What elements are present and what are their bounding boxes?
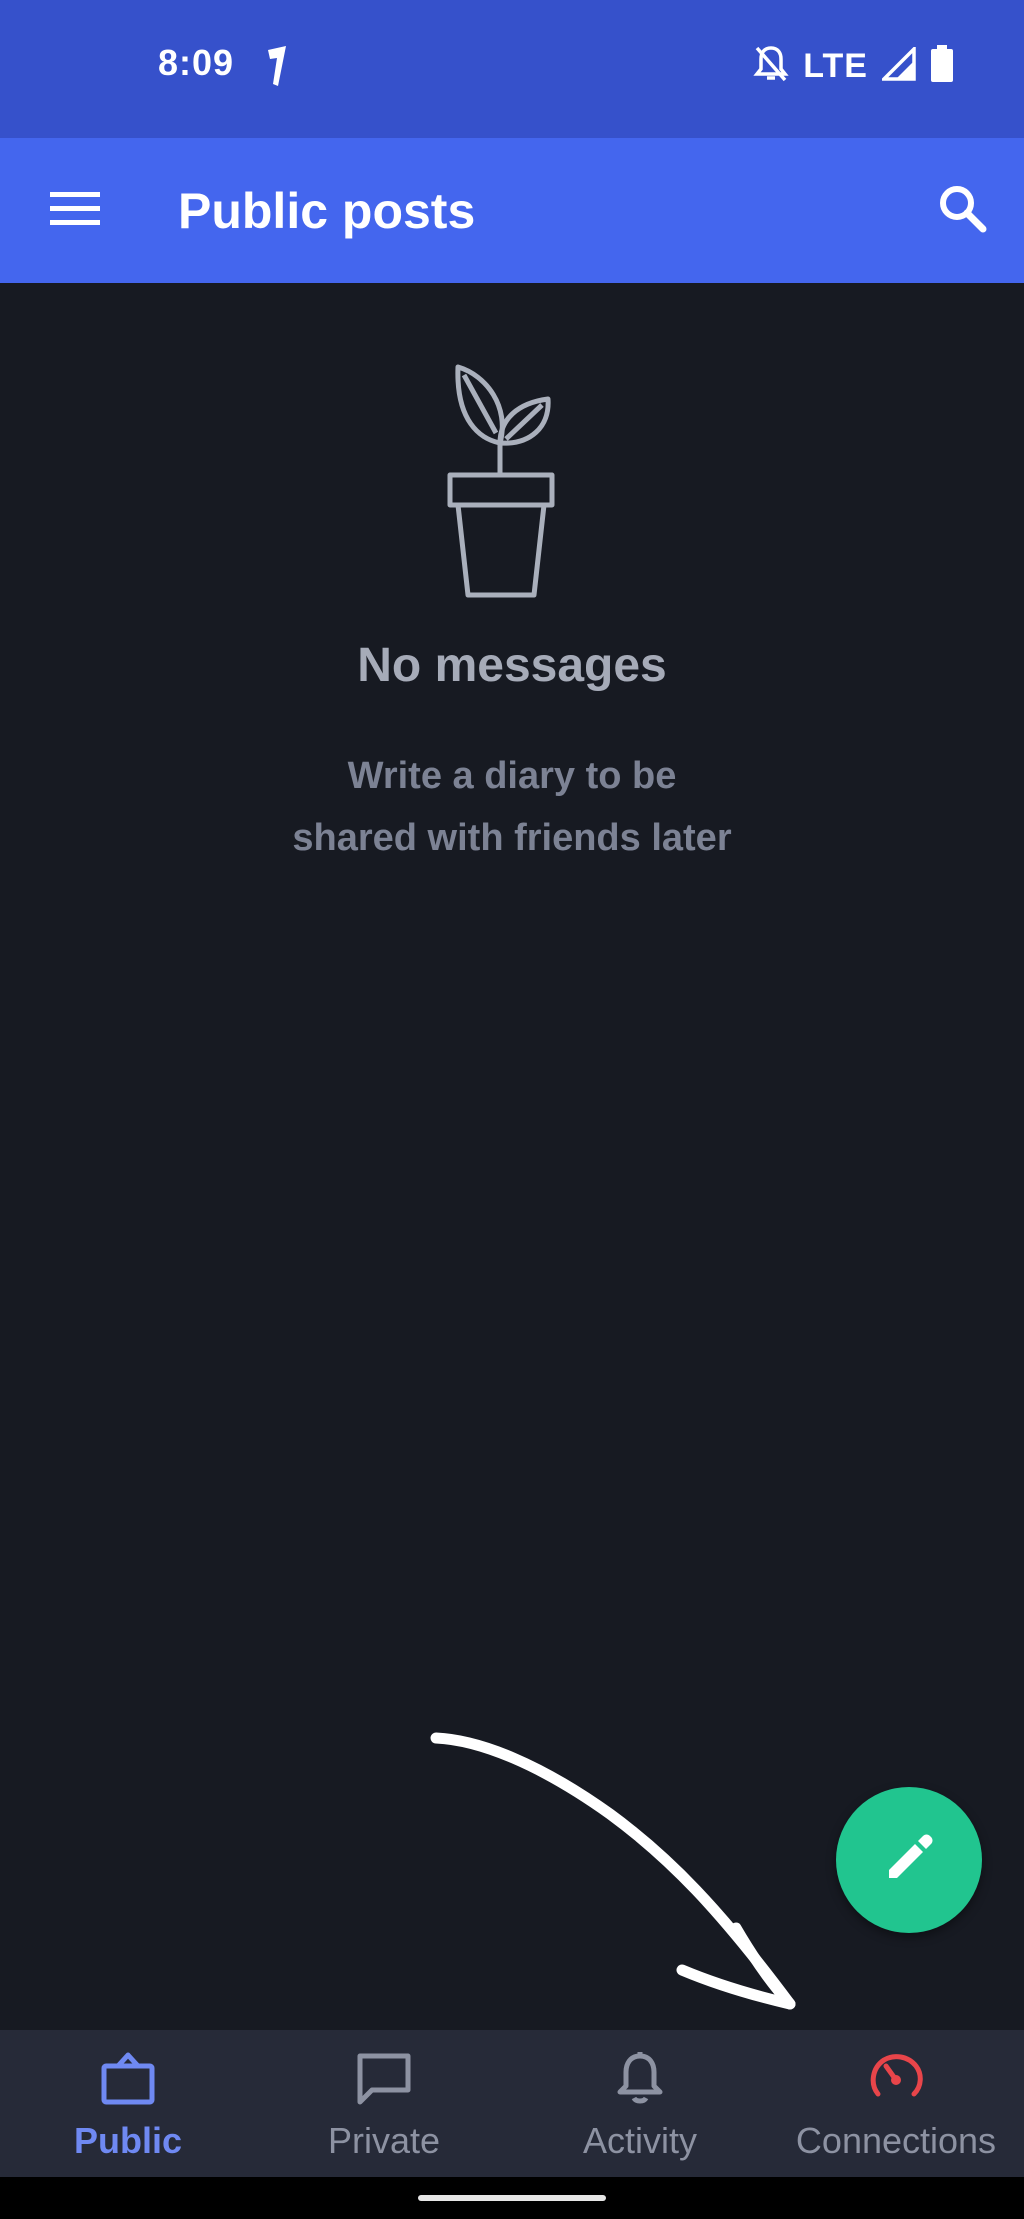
signal-icon xyxy=(879,44,916,86)
bell-off-icon xyxy=(753,44,789,89)
empty-state-subtitle: Write a diary to be shared with friends … xyxy=(0,745,1024,869)
screen: 8:09 LTE Public posts No messages Write … xyxy=(0,0,1024,2219)
nav-item-connections[interactable]: Connections xyxy=(768,2030,1024,2177)
network-type: LTE xyxy=(803,46,868,85)
nav-label-private: Private xyxy=(327,2120,441,2161)
shopping-bag-icon xyxy=(98,2048,158,2108)
navigation-icon xyxy=(262,44,292,88)
empty-state-subtitle-line1: Write a diary to be xyxy=(347,755,677,797)
bell-icon xyxy=(610,2048,670,2108)
plant-pot-icon xyxy=(446,363,578,601)
menu-icon xyxy=(50,190,100,233)
chat-bubble-icon xyxy=(354,2048,414,2108)
nav-item-private[interactable]: Private xyxy=(256,2030,512,2177)
status-bar: 8:09 LTE xyxy=(0,0,1024,138)
status-icons: LTE xyxy=(753,44,954,88)
search-icon xyxy=(937,183,987,238)
compose-button[interactable] xyxy=(836,1787,982,1933)
menu-button[interactable] xyxy=(30,178,120,244)
gesture-bar xyxy=(0,2177,1024,2219)
app-bar: Public posts xyxy=(0,138,1024,283)
battery-icon xyxy=(930,44,954,88)
page-title: Public posts xyxy=(178,183,476,239)
speedometer-icon xyxy=(866,2048,926,2108)
arrow-annotation xyxy=(430,1732,796,2010)
nav-label-public: Public xyxy=(73,2120,183,2161)
empty-state-subtitle-line2: shared with friends later xyxy=(292,817,732,859)
nav-item-activity[interactable]: Activity xyxy=(512,2030,768,2177)
search-button[interactable] xyxy=(926,174,998,246)
pencil-icon xyxy=(883,1832,935,1889)
nav-item-public[interactable]: Public xyxy=(0,2030,256,2177)
nav-label-activity: Activity xyxy=(582,2120,697,2161)
status-time: 8:09 xyxy=(158,42,235,83)
home-gesture-handle[interactable] xyxy=(418,2195,606,2201)
bottom-navigation: Public Private Activity Connections xyxy=(0,2030,1024,2177)
empty-state-title: No messages xyxy=(357,639,667,692)
nav-label-connections: Connections xyxy=(795,2120,997,2161)
